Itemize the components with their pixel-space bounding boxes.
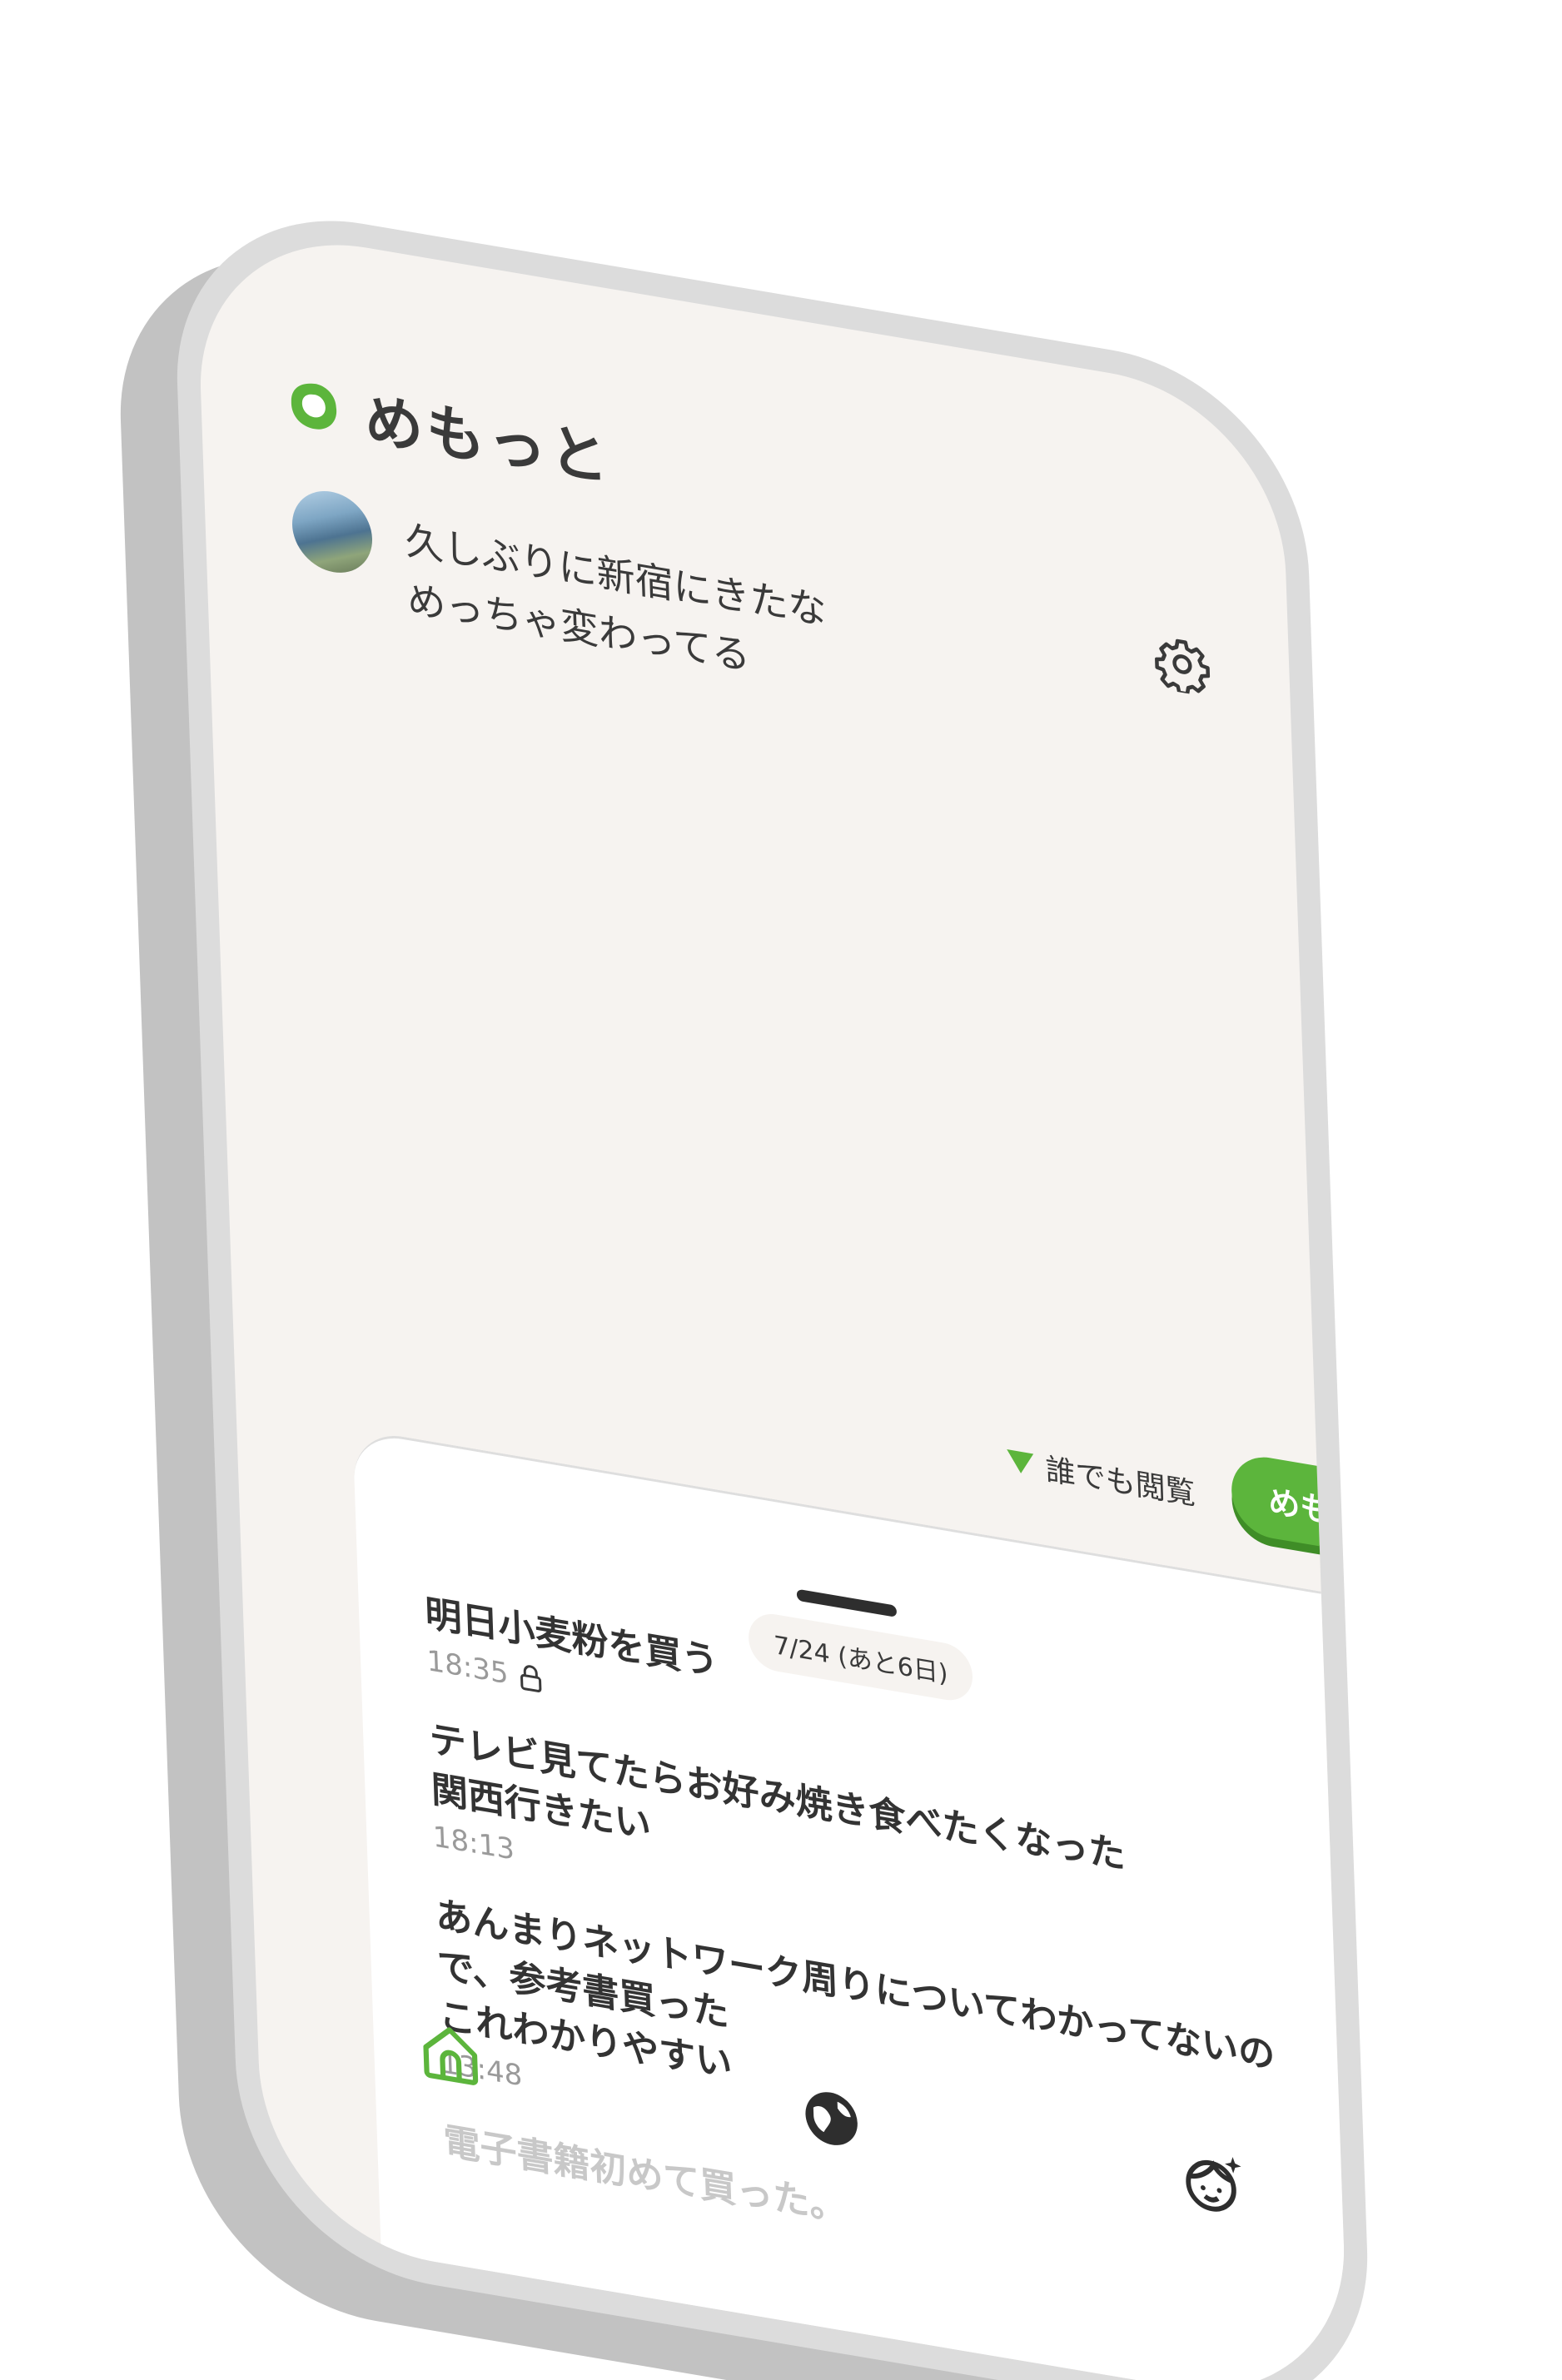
post-button[interactable]: めもする (1230, 1451, 1351, 1566)
visibility-selector[interactable]: 誰でも閲覧 (1007, 1438, 1196, 1513)
app-header: めもっと (286, 360, 612, 499)
app-screen: めもっと 久しぶりに新宿にきたな めっちゃ変わってる 誰でも閲覧 めもする 7/… (194, 218, 1351, 2380)
nav-profile[interactable] (1176, 2142, 1249, 2224)
phone-device: めもっと 久しぶりに新宿にきたな めっちゃ変わってる 誰でも閲覧 めもする 7/… (113, 191, 1375, 2380)
visibility-label: 誰でも閲覧 (1045, 1452, 1196, 1513)
memo-time: 18:13 (432, 1820, 515, 1867)
settings-button[interactable] (1152, 630, 1212, 698)
product-mockup: めもっと 久しぶりに新宿にきたな めっちゃ変わってる 誰でも閲覧 めもする 7/… (0, 0, 1562, 2380)
user-avatar[interactable] (291, 484, 374, 579)
memo-input[interactable]: 久しぶりに新宿にきたな めっちゃ変わってる (405, 510, 830, 698)
sheet-grabber[interactable] (796, 1588, 898, 1617)
app-title: めもっと (363, 385, 613, 495)
globe-icon (805, 2092, 858, 2145)
triangle-down-icon (1007, 1449, 1035, 1476)
profile-icon (1186, 2157, 1241, 2212)
memo-list: 明日小麦粉を買う 18:35 テレビ見てたらお好み焼き食べたくなった 関西行きた… (425, 1588, 1345, 2355)
app-logo-icon (291, 383, 337, 430)
gear-icon (1155, 638, 1211, 696)
lock-icon (520, 1665, 542, 1692)
home-icon (423, 2027, 479, 2085)
nav-home[interactable] (414, 2014, 486, 2096)
compose-area[interactable]: 久しぶりに新宿にきたな めっちゃ変わってる (291, 484, 830, 699)
phone-frame: めもっと 久しぶりに新宿にきたな めっちゃ変わってる 誰でも閲覧 めもする 7/… (171, 191, 1375, 2380)
nav-explore[interactable] (795, 2078, 868, 2160)
memo-time: 18:35 (425, 1643, 510, 1692)
memo-sheet[interactable]: 7/24 (あと6日) 明日小麦粉を買う 18:35 テレビ見てたらお好み焼き食… (352, 1428, 1351, 2380)
